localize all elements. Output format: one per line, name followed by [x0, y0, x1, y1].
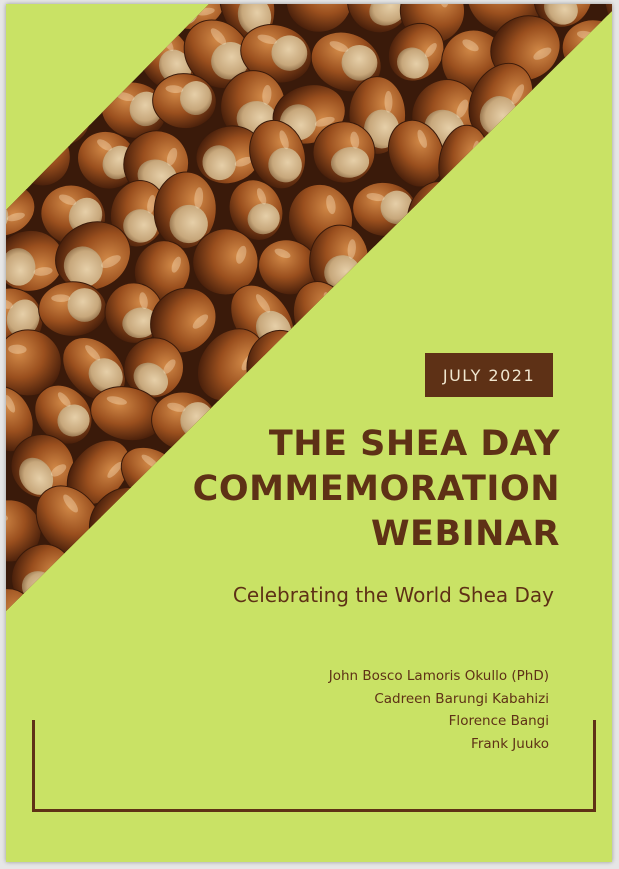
shea-nut: [406, 280, 459, 350]
shea-nut: [28, 4, 93, 44]
subtitle: Celebrating the World Shea Day: [232, 583, 554, 607]
shea-nut: [340, 608, 415, 611]
shea-nut: [585, 271, 612, 346]
shea-nut: [607, 432, 612, 519]
shea-nut: [559, 331, 612, 399]
cover-page: JULY 2021 THE SHEA DAY COMMEMORATION WEB…: [6, 4, 612, 862]
shea-nut: [611, 117, 612, 194]
shea-nut: [589, 177, 612, 246]
shea-nut: [469, 174, 534, 239]
shea-nut: [6, 24, 67, 86]
shea-nut: [584, 71, 612, 141]
shea-nut: [6, 588, 44, 611]
shea-nut: [606, 11, 612, 94]
shea-nut: [594, 383, 612, 450]
title-line-2: COMMEMORATION: [192, 469, 560, 509]
shea-nut: [524, 288, 595, 351]
shea-nut: [326, 342, 385, 406]
shea-nut: [6, 66, 35, 136]
shea-nut: [608, 537, 612, 619]
shea-nut: [566, 552, 612, 611]
author-name: Cadreen Barungi Kabahizi: [374, 690, 549, 707]
date-label: JULY 2021: [442, 365, 536, 385]
title-line-3: WEBINAR: [370, 514, 560, 554]
title-line-1: THE SHEA DAY: [268, 424, 560, 464]
shea-nut: [533, 82, 604, 143]
shea-nut: [589, 492, 612, 560]
shea-nut: [565, 222, 612, 298]
shea-nut: [434, 230, 494, 292]
date-badge: JULY 2021: [425, 353, 553, 397]
shea-nut: [38, 281, 108, 337]
shea-nut: [340, 285, 404, 356]
decorative-frame: [32, 720, 596, 812]
shea-nut: [499, 226, 565, 303]
webinar-title: THE SHEA DAY COMMEMORATION WEBINAR: [140, 422, 560, 557]
shea-nut: [103, 4, 163, 31]
shea-nut: [288, 602, 355, 611]
shea-nut: [27, 596, 94, 611]
shea-nut: [534, 171, 597, 244]
shea-nut: [6, 4, 34, 37]
shea-nut: [601, 588, 612, 611]
author-name: John Bosco Lamoris Okullo (PhD): [328, 668, 549, 684]
shea-nut: [568, 133, 612, 201]
